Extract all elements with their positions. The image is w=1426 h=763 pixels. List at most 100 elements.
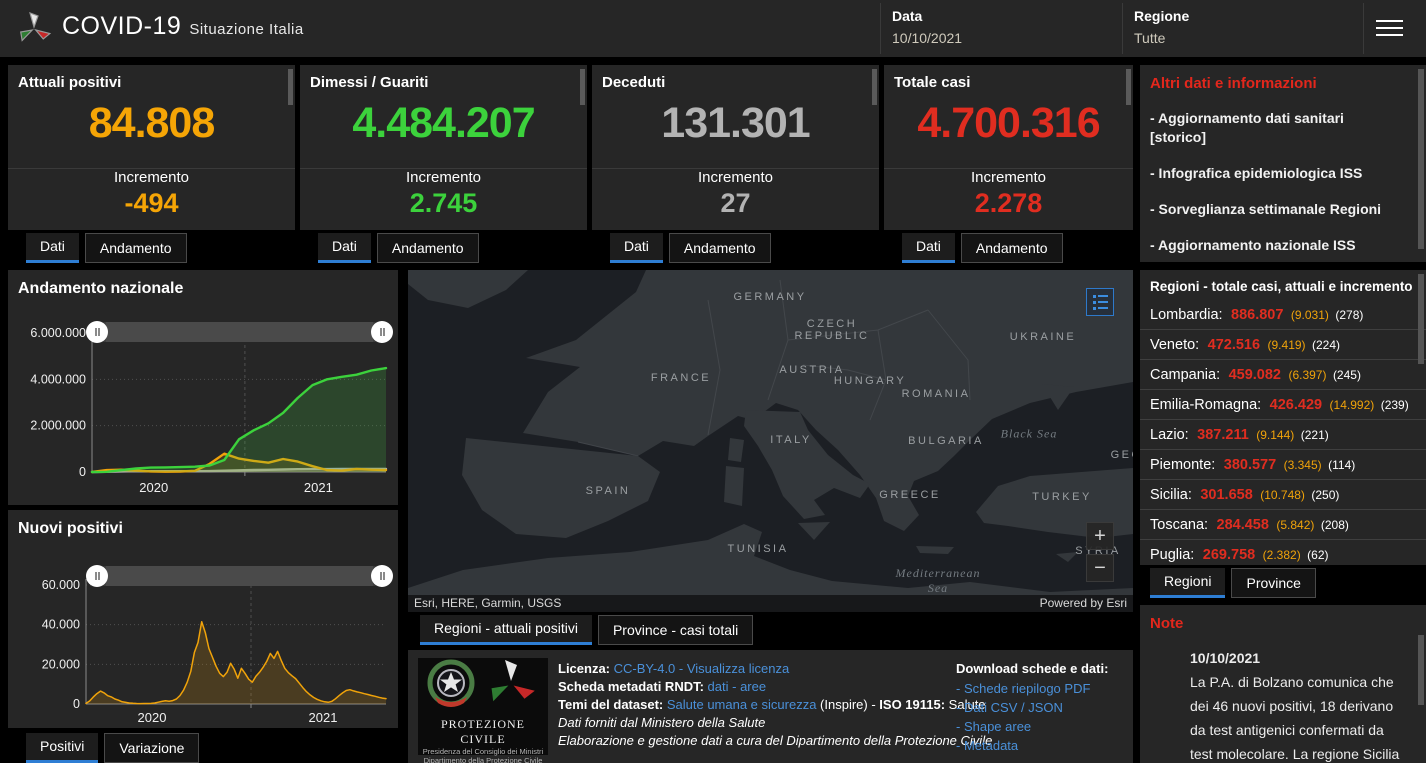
increment-value: -494	[8, 188, 295, 219]
region-total-cases: 472.516	[1208, 337, 1260, 353]
slider-handle-left[interactable]	[86, 565, 108, 587]
date-label: Data	[892, 8, 962, 24]
download-link[interactable]: - Schede riepilogo PDF	[956, 680, 1108, 697]
altri-dati-link[interactable]: - Infografica epidemiologica ISS	[1140, 164, 1426, 183]
region-row[interactable]: Campania: 459.082 (6.397) (245)	[1140, 359, 1426, 389]
map-country-label: TURKEY	[1032, 491, 1092, 503]
region-current-positives: (3.345)	[1284, 458, 1322, 472]
slider-handle-right[interactable]	[371, 321, 393, 343]
slider-range[interactable]	[106, 566, 373, 586]
region-name: Emilia-Romagna:	[1150, 397, 1261, 413]
region-name: Sicilia:	[1150, 487, 1192, 503]
regions-panel-tab[interactable]: Regioni	[1150, 568, 1225, 598]
stat-card-tab[interactable]: Dati	[26, 233, 79, 263]
altri-dati-panel: Altri dati e informazioni - Aggiornament…	[1140, 65, 1426, 262]
map-attribution-sources: Esri, HERE, Garmin, USGS	[414, 595, 561, 612]
scrollbar-thumb[interactable]	[872, 69, 877, 105]
powered-by-esri[interactable]: Powered by Esri	[1040, 595, 1127, 612]
elaborazione-line: Elaborazione e gestione dati a cura del …	[558, 732, 992, 750]
map-layer-tab[interactable]: Regioni - attuali positivi	[420, 615, 592, 645]
region-row[interactable]: Sicilia: 301.658 (10.748) (250)	[1140, 479, 1426, 509]
app-title: COVID-19Situazione Italia	[62, 12, 304, 41]
divider	[884, 168, 1133, 169]
scrollbar-thumb[interactable]	[1418, 635, 1424, 705]
slider-range[interactable]	[106, 322, 373, 342]
svg-text:2.000.000: 2.000.000	[30, 419, 86, 433]
stat-card-tab[interactable]: Andamento	[377, 233, 479, 263]
svg-text:2020: 2020	[139, 480, 168, 495]
download-link[interactable]: - Dati CSV / JSON	[956, 699, 1108, 716]
date-selector[interactable]: Data 10/10/2021	[892, 8, 962, 46]
increment-label: Incremento	[8, 169, 295, 186]
nuovi-positivi-tab[interactable]: Positivi	[26, 733, 98, 763]
regions-panel-tab[interactable]: Province	[1231, 568, 1315, 598]
region-increment: (278)	[1335, 308, 1363, 322]
license-link[interactable]: CC-BY-4.0	[614, 661, 676, 676]
scrollbar-thumb[interactable]	[1418, 69, 1424, 249]
download-title: Download schede e dati:	[956, 660, 1108, 677]
stat-card: Attuali positivi 84.808 Incremento -494	[8, 65, 295, 230]
aree-link[interactable]: aree	[740, 679, 766, 694]
altri-dati-link[interactable]: - Aggiornamento dati sanitari [storico]	[1140, 109, 1426, 147]
andamento-chart[interactable]: 6.000.0004.000.0002.000.000020202021	[8, 326, 398, 505]
scrollbar-thumb[interactable]	[1418, 274, 1424, 364]
app-subtitle: Situazione Italia	[189, 21, 303, 38]
region-row[interactable]: Lombardia: 886.807 (9.031) (278)	[1140, 300, 1426, 329]
region-total-cases: 426.429	[1270, 397, 1322, 413]
menu-hamburger-icon[interactable]	[1376, 20, 1403, 37]
scrollbar-thumb[interactable]	[288, 69, 293, 105]
region-increment: (221)	[1301, 428, 1329, 442]
region-row[interactable]: Toscana: 284.458 (5.842) (208)	[1140, 509, 1426, 539]
scrollbar-thumb[interactable]	[580, 69, 585, 105]
scrollbar-thumb[interactable]	[1126, 69, 1131, 105]
stat-card-title: Totale casi	[884, 65, 1133, 91]
dati-link[interactable]: dati	[708, 679, 729, 694]
map-legend-button[interactable]	[1086, 288, 1114, 316]
region-current-positives: (6.397)	[1288, 368, 1326, 382]
slider-handle-right[interactable]	[371, 565, 393, 587]
date-value: 10/10/2021	[892, 30, 962, 46]
region-total-cases: 459.082	[1229, 367, 1281, 383]
nuovi-positivi-chart[interactable]: 60.00040.00020.000020202021	[8, 570, 398, 728]
stat-card-tab[interactable]: Andamento	[85, 233, 187, 263]
slider-handle-left[interactable]	[86, 321, 108, 343]
map-layer-tab[interactable]: Province - casi totali	[598, 615, 753, 645]
stat-card-tab[interactable]: Andamento	[669, 233, 771, 263]
increment-label: Incremento	[300, 169, 587, 186]
salute-link[interactable]: Salute umana e sicurezza	[667, 697, 817, 712]
stat-card-tab[interactable]: Dati	[318, 233, 371, 263]
view-license-link[interactable]: Visualizza licenza	[687, 661, 789, 676]
download-block: Download schede e dati: - Schede riepilo…	[956, 660, 1108, 754]
stat-card-tab[interactable]: Dati	[902, 233, 955, 263]
time-range-slider[interactable]	[96, 322, 383, 342]
map-tabs: Regioni - attuali positiviProvince - cas…	[420, 615, 759, 645]
region-increment: (250)	[1311, 488, 1339, 502]
note-title: Note	[1140, 605, 1426, 632]
map-zoom-in-button[interactable]: +	[1086, 522, 1114, 550]
map-country-label: GERMANY	[733, 291, 806, 303]
europe-map[interactable]: GERMANYCZECH REPUBLICUKRAINEFRANCEAUSTRI…	[408, 270, 1133, 612]
region-row[interactable]: Veneto: 472.516 (9.419) (224)	[1140, 329, 1426, 359]
stat-card-tab[interactable]: Dati	[610, 233, 663, 263]
download-link[interactable]: - Shape aree	[956, 718, 1108, 735]
map-country-label: ITALY	[770, 434, 811, 446]
region-row[interactable]: Piemonte: 380.577 (3.345) (114)	[1140, 449, 1426, 479]
altri-dati-link[interactable]: - Sorveglianza settimanale Regioni	[1140, 200, 1426, 219]
time-range-slider[interactable]	[96, 566, 383, 586]
svg-text:20.000: 20.000	[42, 657, 80, 671]
increment-value: 2.745	[300, 188, 587, 219]
region-selector[interactable]: Regione Tutte	[1134, 8, 1189, 46]
region-row[interactable]: Emilia-Romagna: 426.429 (14.992) (239)	[1140, 389, 1426, 419]
stat-card: Totale casi 4.700.316 Incremento 2.278	[884, 65, 1133, 230]
stat-card-tab[interactable]: Andamento	[961, 233, 1063, 263]
protezione-civile-logo-icon	[14, 8, 54, 48]
svg-text:40.000: 40.000	[42, 618, 80, 632]
nuovi-positivi-tab[interactable]: Variazione	[104, 733, 199, 763]
altri-dati-link[interactable]: - Aggiornamento nazionale ISS	[1140, 236, 1426, 255]
region-row[interactable]: Lazio: 387.211 (9.144) (221)	[1140, 419, 1426, 449]
download-link[interactable]: - Metadata	[956, 737, 1108, 754]
map-country-label: BULGARIA	[908, 435, 984, 447]
map-zoom-out-button[interactable]: −	[1086, 554, 1114, 582]
region-row[interactable]: Puglia: 269.758 (2.382) (62)	[1140, 539, 1426, 565]
stat-card-value: 131.301	[592, 99, 879, 148]
